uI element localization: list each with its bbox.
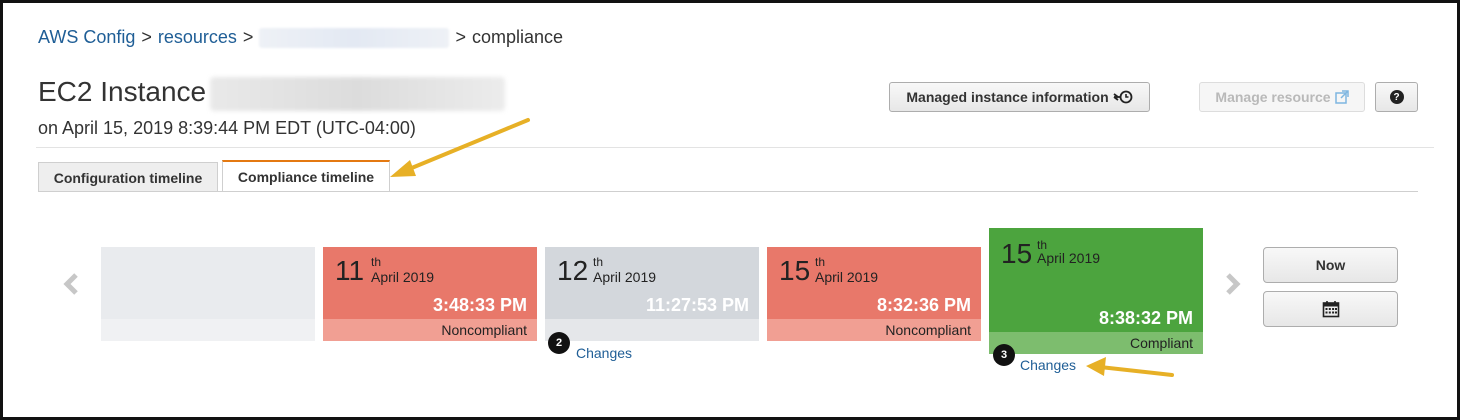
breadcrumb-resources-link[interactable]: resources [158, 27, 237, 47]
timeline-tile-empty[interactable] [101, 247, 315, 341]
timeline-tile-compliant-selected[interactable]: 15 th April 2019 8:38:32 PM Compliant [989, 228, 1203, 354]
tile-month: April 2019 [371, 269, 435, 285]
change-count-badge: 2 [548, 332, 570, 354]
managed-instance-button[interactable]: Managed instance information [889, 82, 1150, 112]
tile-month: April 2019 [815, 269, 879, 285]
tile-status: Noncompliant [323, 319, 537, 341]
breadcrumb-separator: > [455, 27, 466, 47]
calendar-icon [1322, 300, 1340, 318]
change-count-badge: 3 [993, 344, 1015, 366]
tile-time: 3:48:33 PM [432, 295, 527, 315]
tab-configuration-timeline[interactable]: Configuration timeline [38, 162, 218, 192]
timeline-tile-unknown[interactable]: 12 th April 2019 11:27:53 PM [545, 247, 759, 341]
tile-day-suffix: th [593, 255, 604, 269]
calendar-button[interactable] [1263, 291, 1398, 327]
now-button-label: Now [1315, 257, 1346, 273]
tile-status-bar [101, 319, 315, 341]
redacted-resource-id [259, 28, 450, 49]
tile-time: 8:32:36 PM [876, 295, 971, 315]
tile-month: April 2019 [1037, 250, 1101, 266]
breadcrumb-current: compliance [471, 27, 563, 47]
header-divider [36, 147, 1434, 148]
manage-resource-label: Manage resource [1215, 89, 1331, 105]
timeline-tile-noncompliant[interactable]: 11 th April 2019 3:48:33 PM Noncompliant [323, 247, 537, 341]
page-title: EC2 Instance [38, 76, 506, 111]
breadcrumb-separator: > [242, 27, 254, 47]
tab-compliance-timeline[interactable]: Compliance timeline [222, 160, 390, 192]
breadcrumb-aws-config-link[interactable]: AWS Config [38, 27, 135, 47]
manage-resource-button[interactable]: Manage resource [1199, 82, 1365, 112]
tab-underline [38, 191, 1418, 192]
tile-day: 11 [335, 255, 365, 286]
help-button[interactable]: ? [1375, 82, 1418, 112]
tile-day: 15 [779, 255, 811, 286]
breadcrumb-separator: > [141, 27, 152, 47]
changes-link[interactable]: Changes [576, 345, 632, 361]
tab-configuration-timeline-label: Configuration timeline [53, 169, 203, 186]
tile-day-suffix: th [371, 255, 382, 269]
redacted-instance-id [210, 76, 506, 111]
tile-status: Compliant [989, 332, 1203, 354]
breadcrumb: AWS Config > resources > > compliance [38, 27, 563, 49]
tile-day-suffix: th [815, 255, 826, 269]
screenshot-frame [0, 0, 1460, 420]
tile-month: April 2019 [593, 269, 657, 285]
tile-status: Noncompliant [767, 319, 981, 341]
changes-link[interactable]: Changes [1020, 357, 1076, 373]
now-button[interactable]: Now [1263, 247, 1398, 283]
tile-day: 12 [557, 255, 589, 286]
external-link-icon [1334, 90, 1349, 104]
tile-time: 8:38:32 PM [1098, 308, 1193, 328]
tile-status [545, 319, 759, 341]
tile-day: 15 [1001, 238, 1033, 269]
timeline-tile-noncompliant[interactable]: 15 th April 2019 8:32:36 PM Noncompliant [767, 247, 981, 341]
chevron-left-icon[interactable] [62, 272, 80, 301]
page-subtitle: on April 15, 2019 8:39:44 PM EDT (UTC-04… [38, 118, 416, 138]
help-icon: ? [1389, 90, 1404, 104]
tab-compliance-timeline-label: Compliance timeline [237, 169, 375, 185]
page-title-text: EC2 Instance [38, 76, 207, 107]
tile-time: 11:27:53 PM [645, 295, 749, 315]
managed-instance-label: Managed instance information [906, 89, 1109, 105]
chevron-right-icon[interactable] [1224, 272, 1242, 301]
history-icon [1113, 89, 1133, 105]
